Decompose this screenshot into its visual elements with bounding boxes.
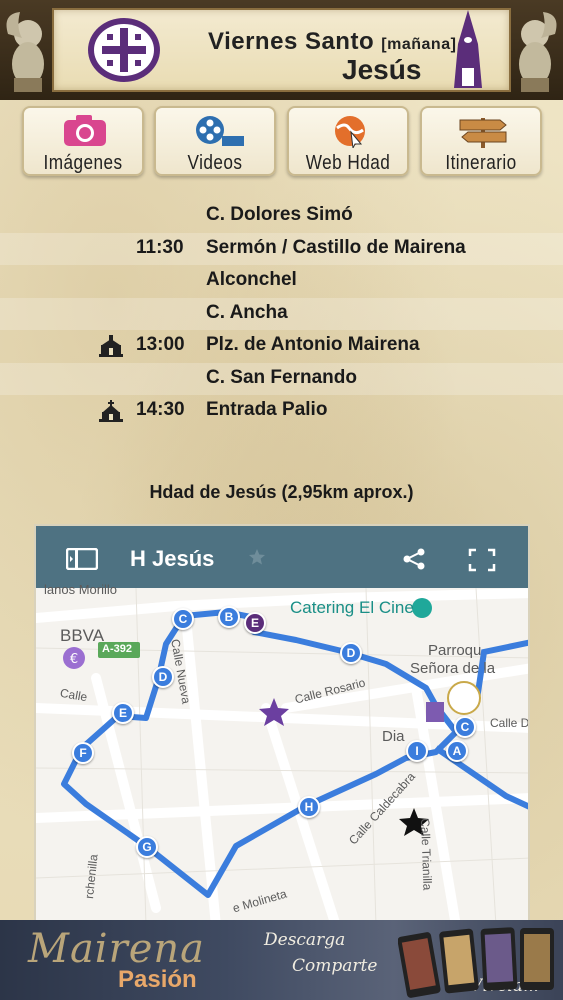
footer-banner[interactable]: Mairena Pasión Descarga Comparte Vívela.… <box>0 920 563 1000</box>
schedule-row: Alconchel <box>0 265 563 298</box>
schedule-place: Sermón / Castillo de Mairena <box>206 236 466 258</box>
itinerary-button[interactable]: Itinerario <box>420 106 542 176</box>
share-icon[interactable] <box>402 548 426 570</box>
itinerary-label: Itinerario <box>445 152 517 174</box>
images-label: Imágenes <box>43 152 123 174</box>
schedule-row: 11:30 Sermón / Castillo de Mairena <box>0 232 563 265</box>
route-caption: Hdad de Jesús (2,95km aprox.) <box>149 482 414 502</box>
church-icon <box>99 400 123 422</box>
slogan-share: Comparte <box>292 956 378 976</box>
images-button[interactable]: Imágenes <box>22 106 144 176</box>
poi-label: Dia <box>382 728 405 745</box>
videos-label: Videos <box>187 152 243 174</box>
svg-text:€: € <box>70 652 78 667</box>
schedule-row: 14:30 Entrada Palio <box>0 395 563 428</box>
map-title: H Jesús <box>130 546 215 571</box>
route-marker-e[interactable]: E <box>112 702 134 724</box>
header-banner: Viernes Santo [mañana] Jesús <box>0 0 563 100</box>
map-canvas[interactable]: € lanos Morillo BBVA A-392 Catering El C… <box>36 582 530 922</box>
web-hdad-label: Web Hdad <box>305 152 391 174</box>
poi-label: BBVA <box>60 626 105 645</box>
signpost-icon <box>459 118 507 148</box>
nav-bar: Imágenes Videos Web Hdad Itinerario <box>0 100 563 184</box>
phones-image-icon <box>398 927 554 998</box>
route-marker-d[interactable]: D <box>340 642 362 664</box>
schedule-place: Entrada Palio <box>206 399 328 420</box>
route-marker-h[interactable]: H <box>298 796 320 818</box>
schedule-time: 13:00 <box>136 334 185 355</box>
brotherhood-emblem-icon <box>88 18 160 82</box>
star-icon[interactable] <box>248 548 266 566</box>
itinerary-schedule: C. Dolores Simó 11:30 Sermón / Castillo … <box>0 200 563 428</box>
nazareno-icon <box>454 10 482 88</box>
route-marker-a[interactable]: A <box>446 740 468 762</box>
schedule-row: 13:00 Plz. de Antonio Mairena <box>0 330 563 363</box>
schedule-row: C. San Fernando <box>0 362 563 395</box>
web-hdad-button[interactable]: Web Hdad <box>287 106 409 176</box>
cherub-right-icon <box>519 12 557 92</box>
title-suffix: [mañana] <box>381 36 457 53</box>
route-marker-b[interactable]: B <box>218 606 240 628</box>
schedule-place: Alconchel <box>206 269 297 290</box>
schedule-time: 14:30 <box>136 399 185 420</box>
route-marker-g[interactable]: G <box>136 836 158 858</box>
street-label: Calle D <box>490 716 530 730</box>
cherub-left-icon <box>6 12 44 92</box>
route-marker-f[interactable]: F <box>72 742 94 764</box>
embedded-map[interactable]: H Jesús € lanos Morillo BBVA A-392 Cater… <box>34 524 530 924</box>
road-label: A-392 <box>102 643 132 655</box>
page-subtitle: Jesús <box>342 54 422 85</box>
schedule-row: C. Dolores Simó <box>0 200 563 233</box>
route-marker-c[interactable]: C <box>454 716 476 738</box>
poi-label: Señora de la <box>410 660 496 677</box>
route-marker-d[interactable]: D <box>152 666 174 688</box>
street-label: Calle Trianilla <box>418 818 435 891</box>
route-marker-e[interactable]: E <box>244 612 266 634</box>
page-title: Viernes Santo [mañana] <box>208 28 456 56</box>
camera-icon <box>64 115 106 146</box>
title-main: Viernes Santo <box>208 28 375 55</box>
slogan-download: Descarga <box>264 930 346 950</box>
schedule-place: C. Ancha <box>206 301 288 323</box>
brand-subname: Pasión <box>118 966 197 993</box>
schedule-place: C. San Fernando <box>206 366 357 388</box>
schedule-place: Plz. de Antonio Mairena <box>206 334 420 355</box>
schedule-row: C. Ancha <box>0 297 563 330</box>
map-toolbar: H Jesús <box>36 526 528 588</box>
schedule-place: C. Dolores Simó <box>206 204 353 225</box>
church-icon <box>99 335 123 357</box>
videos-button[interactable]: Videos <box>154 106 276 176</box>
poi-label: Parroqu <box>428 642 482 659</box>
poi-label: Catering El Cine <box>290 598 414 617</box>
film-reel-icon <box>196 116 244 146</box>
globe-cursor-icon <box>335 116 365 148</box>
route-marker-c[interactable]: C <box>172 608 194 630</box>
fullscreen-icon[interactable] <box>468 548 496 572</box>
street-label: lanos Morillo <box>44 582 117 597</box>
schedule-time: 11:30 <box>136 236 184 258</box>
legend-toggle-icon[interactable] <box>66 548 98 570</box>
route-marker-i[interactable]: I <box>406 740 428 762</box>
